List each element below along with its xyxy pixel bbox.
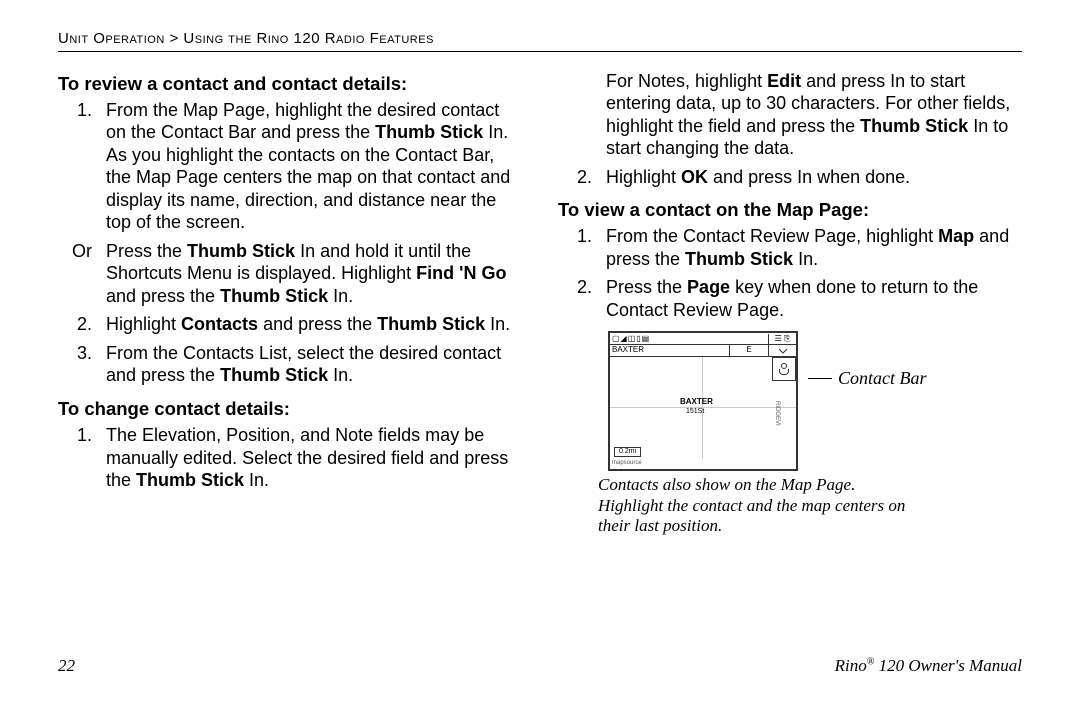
step-3: 3. From the Contacts List, select the de…: [58, 342, 522, 387]
topbar-left-icons: ▢◢◫▯▤: [610, 334, 768, 344]
heading-review-contact: To review a contact and contact details:: [58, 72, 522, 95]
steps-change: 1. The Elevation, Position, and Note fie…: [58, 424, 522, 492]
steps-review: 1. From the Map Page, highlight the desi…: [58, 99, 522, 387]
row2-right: [768, 345, 796, 356]
step-text: From the Map Page, highlight the desired…: [106, 99, 522, 234]
steps-change-cont: For Notes, highlight Edit and press In t…: [558, 70, 1022, 189]
device-map: BAXTER 151St RIDGEVI 0.2mi mapsource: [610, 357, 796, 469]
callout-line: [808, 378, 832, 379]
figure-wrap: ▢◢◫▯▤ ☰ ⎘ BAXTER E BAXTER 151: [608, 331, 1022, 471]
step-2: 2. Highlight OK and press In when done.: [558, 166, 1022, 189]
step-cont: For Notes, highlight Edit and press In t…: [558, 70, 1022, 160]
step-number: 1.: [572, 225, 592, 270]
step-text: Press the Page key when done to return t…: [606, 276, 1022, 321]
page-footer: 22 Rino® 120 Owner's Manual: [58, 655, 1022, 676]
chevron-down-icon: [778, 346, 788, 356]
heading-view-on-map: To view a contact on the Map Page:: [558, 198, 1022, 221]
callout-label: Contact Bar: [838, 367, 927, 390]
device-topbar: ▢◢◫▯▤ ☰ ⎘: [610, 333, 796, 345]
step-number: 2.: [72, 313, 92, 336]
step-number: 2.: [572, 276, 592, 321]
steps-view: 1. From the Contact Review Page, highlig…: [558, 225, 1022, 321]
breadcrumb: Unit Operation > Using the Rino 120 Radi…: [58, 30, 1022, 52]
step-number-blank: [572, 70, 592, 160]
step-2: 2. Highlight Contacts and press the Thum…: [58, 313, 522, 336]
step-text: From the Contact Review Page, highlight …: [606, 225, 1022, 270]
map-source: mapsource: [612, 460, 642, 468]
map-road-label: RIDGEVI: [773, 401, 781, 426]
step-number: 3.: [72, 342, 92, 387]
step-text: The Elevation, Position, and Note fields…: [106, 424, 522, 492]
row2-mid: E: [730, 345, 768, 356]
step-1: 1. The Elevation, Position, and Note fie…: [58, 424, 522, 492]
step-1: 1. From the Contact Review Page, highlig…: [558, 225, 1022, 270]
person-icon: [779, 369, 789, 375]
device-row2: BAXTER E: [610, 345, 796, 357]
step-2: 2. Press the Page key when done to retur…: [558, 276, 1022, 321]
left-column: To review a contact and contact details:…: [58, 66, 522, 537]
device-screenshot: ▢◢◫▯▤ ☰ ⎘ BAXTER E BAXTER 151: [608, 331, 798, 471]
step-or: Or Press the Thumb Stick In and hold it …: [58, 240, 522, 308]
map-center-label: BAXTER: [680, 397, 713, 407]
step-1: 1. From the Map Page, highlight the desi…: [58, 99, 522, 234]
figure-callout: Contact Bar: [808, 367, 927, 390]
step-text: From the Contacts List, select the desir…: [106, 342, 522, 387]
step-number: 2.: [572, 166, 592, 189]
contact-bar-icon: [772, 357, 796, 381]
page-number: 22: [58, 655, 75, 676]
step-text: For Notes, highlight Edit and press In t…: [606, 70, 1022, 160]
topbar-right-icons: ☰ ⎘: [768, 334, 796, 344]
step-text: Highlight Contacts and press the Thumb S…: [106, 313, 522, 336]
step-text: Highlight OK and press In when done.: [606, 166, 1022, 189]
heading-change-details: To change contact details:: [58, 397, 522, 420]
figure-caption: Contacts also show on the Map Page. High…: [598, 475, 918, 536]
step-text: Press the Thumb Stick In and hold it unt…: [106, 240, 522, 308]
row2-left: BAXTER: [610, 345, 730, 356]
manual-page: Unit Operation > Using the Rino 120 Radi…: [0, 0, 1080, 702]
content-columns: To review a contact and contact details:…: [58, 66, 1022, 537]
manual-title: Rino® 120 Owner's Manual: [835, 655, 1022, 676]
step-number: 1.: [72, 424, 92, 492]
map-center-sub: 151St: [686, 408, 704, 417]
right-column: For Notes, highlight Edit and press In t…: [558, 66, 1022, 537]
step-number: 1.: [72, 99, 92, 234]
step-number-or: Or: [72, 240, 92, 308]
map-scale: 0.2mi: [614, 447, 641, 458]
